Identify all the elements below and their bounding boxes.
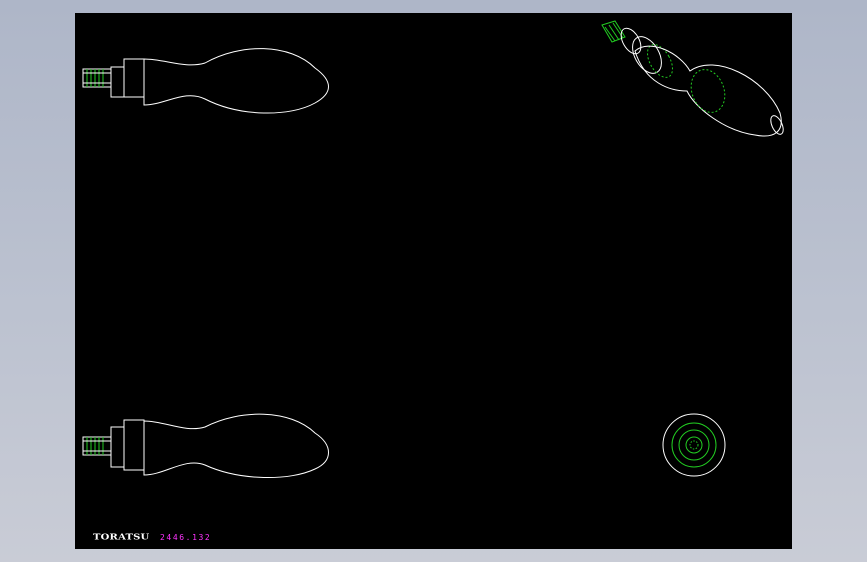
neck-circle xyxy=(678,429,710,461)
cad-viewport[interactable]: TORATSU 2446.132 xyxy=(0,0,867,562)
stud-circle xyxy=(685,436,703,454)
isometric-view-handle xyxy=(601,20,784,137)
center-circle xyxy=(689,440,699,450)
front-view-handle xyxy=(82,48,329,114)
iso-grip xyxy=(634,45,782,137)
thread-stud xyxy=(82,436,112,456)
thread-stud xyxy=(82,68,112,88)
end-view xyxy=(662,413,726,477)
iso-ring-3 xyxy=(647,44,673,78)
drawing-canvas xyxy=(82,20,784,479)
neck xyxy=(110,426,125,468)
collar xyxy=(123,58,145,98)
bottom-view-handle xyxy=(82,413,329,479)
iso-ring-1 xyxy=(620,27,642,55)
part-number-label: 2446.132 xyxy=(160,533,212,542)
grip-profile xyxy=(143,48,329,114)
grip-profile xyxy=(143,413,329,479)
iso-ring-2 xyxy=(632,36,662,74)
company-logo: TORATSU xyxy=(93,532,150,543)
iso-grip-section xyxy=(690,69,726,113)
iso-tip xyxy=(770,115,784,135)
drawing-sheet: TORATSU 2446.132 xyxy=(75,13,792,549)
collar xyxy=(123,419,145,471)
neck xyxy=(110,66,125,98)
